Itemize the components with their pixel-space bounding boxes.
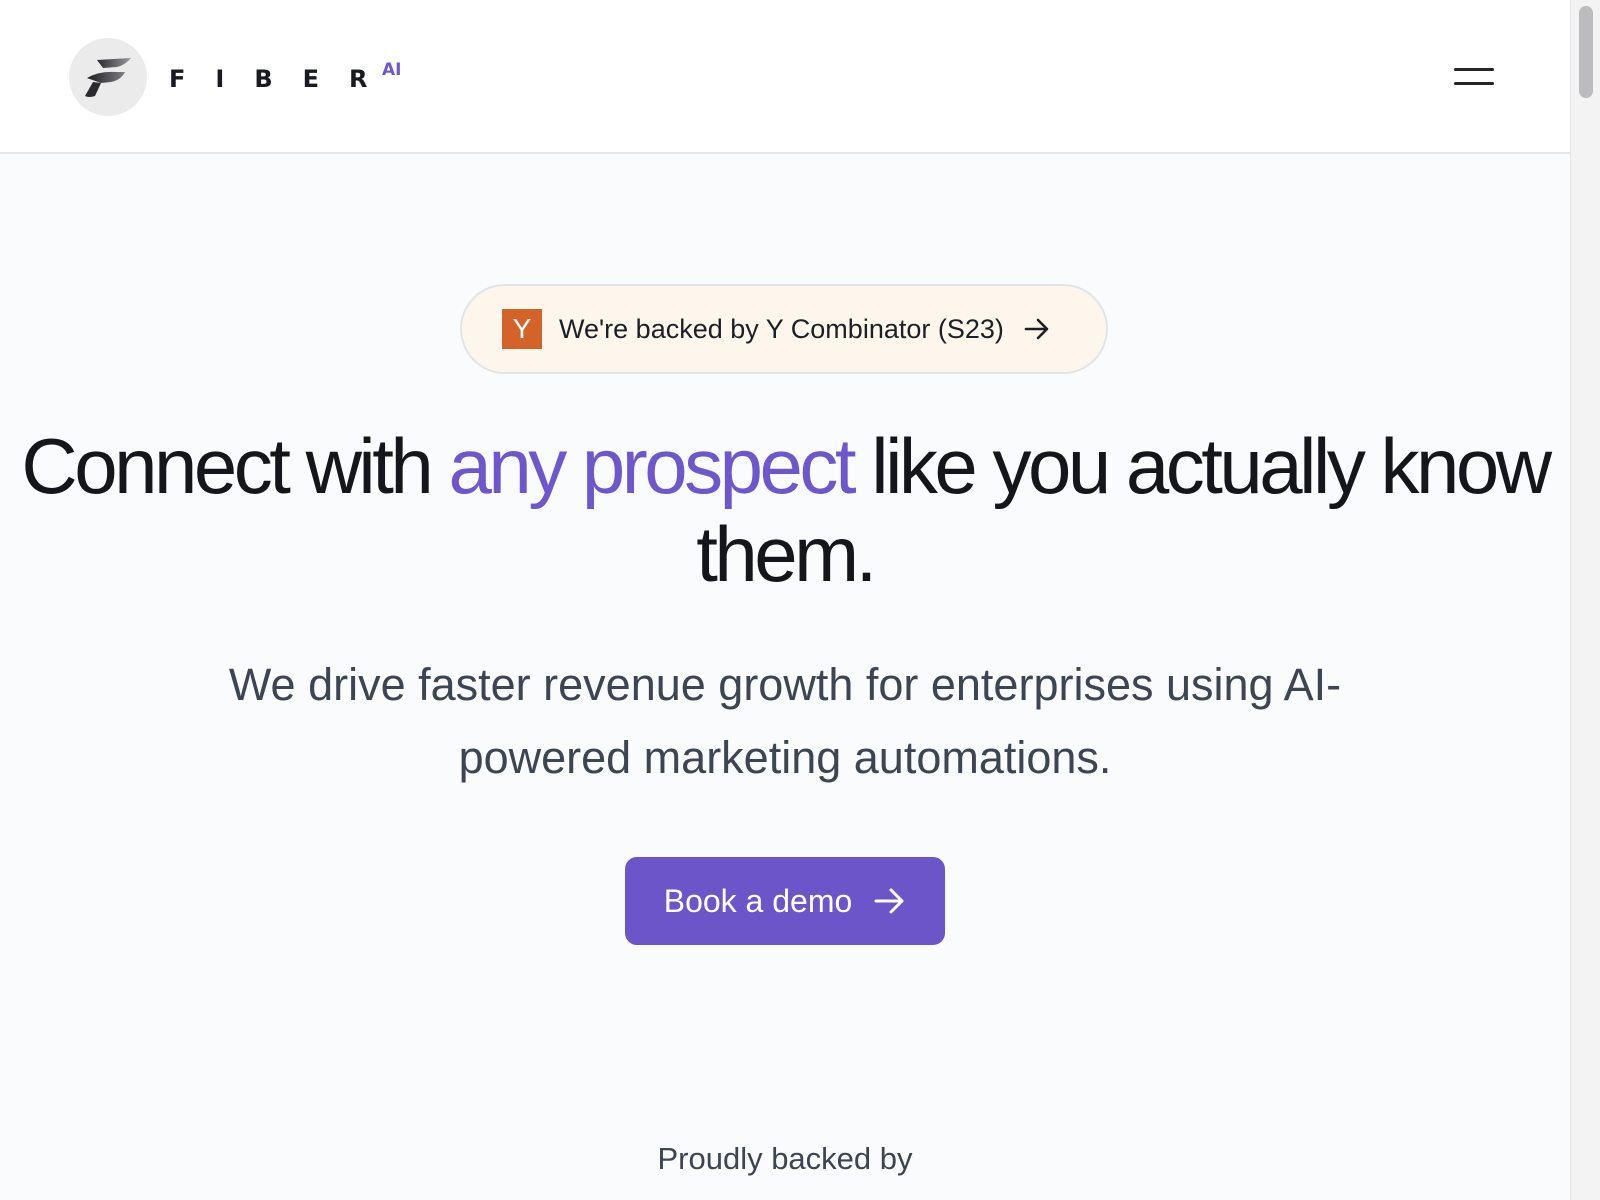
- backers-heading: Proudly backed by: [657, 1141, 913, 1176]
- arrow-right-icon: [1024, 318, 1050, 340]
- brand-name: FIBER: [169, 65, 398, 93]
- menu-bar-bottom: [1454, 82, 1494, 85]
- menu-bar-top: [1454, 68, 1494, 71]
- hamburger-menu-icon[interactable]: [1450, 62, 1496, 92]
- navbar: FIBER AI: [0, 0, 1570, 154]
- hero-headline: Connect with any prospect like you actua…: [0, 422, 1570, 598]
- brand-ai-badge: AI: [382, 60, 402, 80]
- yc-announcement-pill[interactable]: Y We're backed by Y Combinator (S23): [460, 284, 1108, 374]
- announcement-text: We're backed by Y Combinator (S23): [559, 313, 1004, 344]
- page: FIBER AI Y We're backed by Y Combinator …: [0, 0, 1570, 1200]
- y-combinator-logo: Y: [502, 309, 542, 349]
- hero-subheadline: We drive faster revenue growth for enter…: [228, 659, 1342, 783]
- headline-accent: any prospect: [448, 422, 856, 510]
- brand-logo[interactable]: FIBER: [69, 38, 398, 116]
- scrollbar-thumb[interactable]: [1579, 6, 1593, 98]
- book-demo-button[interactable]: Book a demo: [625, 857, 945, 945]
- book-demo-label: Book a demo: [663, 882, 853, 919]
- arrow-right-icon: [874, 887, 906, 915]
- fiber-logo-icon: [69, 38, 147, 116]
- vertical-scrollbar[interactable]: [1570, 0, 1600, 1200]
- headline-text-start: Connect with: [21, 422, 449, 510]
